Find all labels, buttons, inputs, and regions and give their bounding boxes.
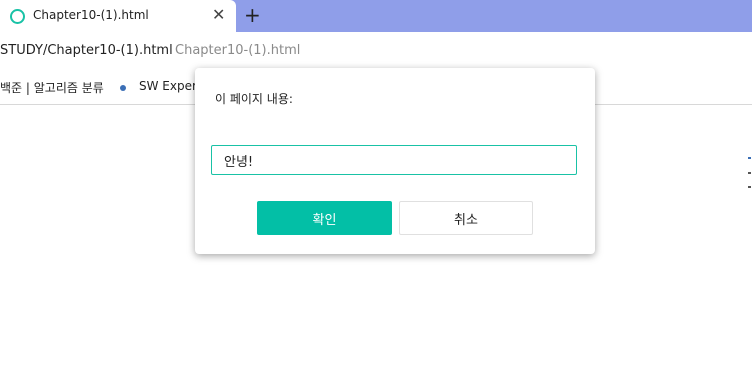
url-page-title: Chapter10-(1).html [175,43,301,58]
browser-tab[interactable]: Chapter10-(1).html ✕ [0,0,236,32]
loading-circle-icon [10,9,25,24]
new-tab-button[interactable]: + [244,4,261,26]
address-bar[interactable]: STUDY/Chapter10-(1).html Chapter10-(1).h… [0,32,752,70]
page-edge-mark [748,157,751,159]
url-path: STUDY/Chapter10-(1).html [0,43,173,58]
bookmark-sw-expert[interactable]: SW Expert [139,79,202,93]
dialog-message: 이 페이지 내용: [215,92,293,106]
tab-title: Chapter10-(1).html [33,8,149,22]
ok-button[interactable]: 확인 [257,201,392,235]
cancel-button[interactable]: 취소 [399,201,533,235]
tab-strip: Chapter10-(1).html ✕ + [0,0,752,32]
bookmark-dot-icon [120,85,126,91]
page-edge-mark [748,172,751,174]
prompt-dialog: 이 페이지 내용: 확인 취소 [195,68,595,254]
prompt-input[interactable] [211,145,577,175]
close-icon[interactable]: ✕ [212,5,225,25]
bookmark-baekjoon[interactable]: 백준 | 알고리즘 분류 [0,79,104,96]
page-edge-mark [748,186,751,188]
